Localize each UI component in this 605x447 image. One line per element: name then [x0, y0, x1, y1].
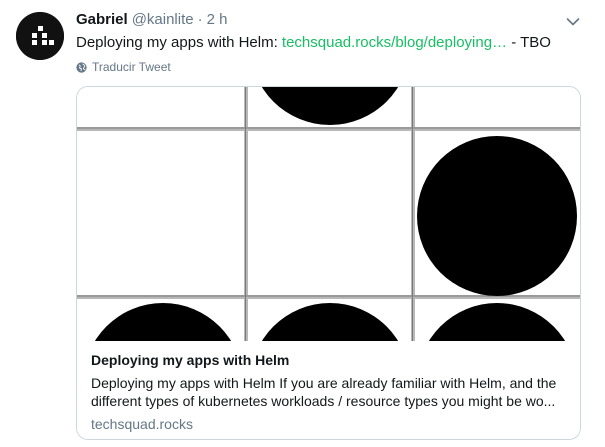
header-separator: ·	[197, 11, 203, 28]
chevron-down-icon[interactable]	[565, 14, 581, 30]
tweet-header: Gabriel @kainlite · 2 h	[76, 11, 227, 31]
card-domain: techsquad.rocks	[91, 416, 193, 432]
link-card[interactable]: Deploying my apps with Helm Deploying my…	[76, 86, 581, 440]
tweet[interactable]: Gabriel @kainlite · 2 h Deploying my app…	[0, 0, 605, 447]
translate-tweet-button[interactable]: Traducir Tweet	[76, 59, 171, 75]
pixel-logo-icon	[16, 12, 64, 60]
card-title: Deploying my apps with Helm	[91, 352, 290, 368]
card-description: Deploying my apps with Helm If you are a…	[91, 375, 557, 409]
tweet-text: Deploying my apps with Helm: techsquad.r…	[76, 33, 551, 53]
tweet-text-before-link: Deploying my apps with Helm:	[76, 34, 282, 51]
author-handle[interactable]: @kainlite	[132, 11, 194, 28]
avatar[interactable]	[16, 12, 64, 60]
tweet-text-after-link: - TBO	[507, 34, 551, 51]
card-image	[77, 87, 580, 341]
translate-label: Traducir Tweet	[92, 60, 171, 74]
card-body: Deploying my apps with Helm Deploying my…	[77, 341, 580, 439]
globe-icon	[76, 61, 87, 73]
author-name[interactable]: Gabriel	[76, 11, 128, 28]
dots-grid-image	[77, 87, 580, 341]
tweet-link[interactable]: techsquad.rocks/blog/deploying…	[282, 34, 507, 51]
tweet-timestamp[interactable]: 2 h	[207, 11, 228, 28]
